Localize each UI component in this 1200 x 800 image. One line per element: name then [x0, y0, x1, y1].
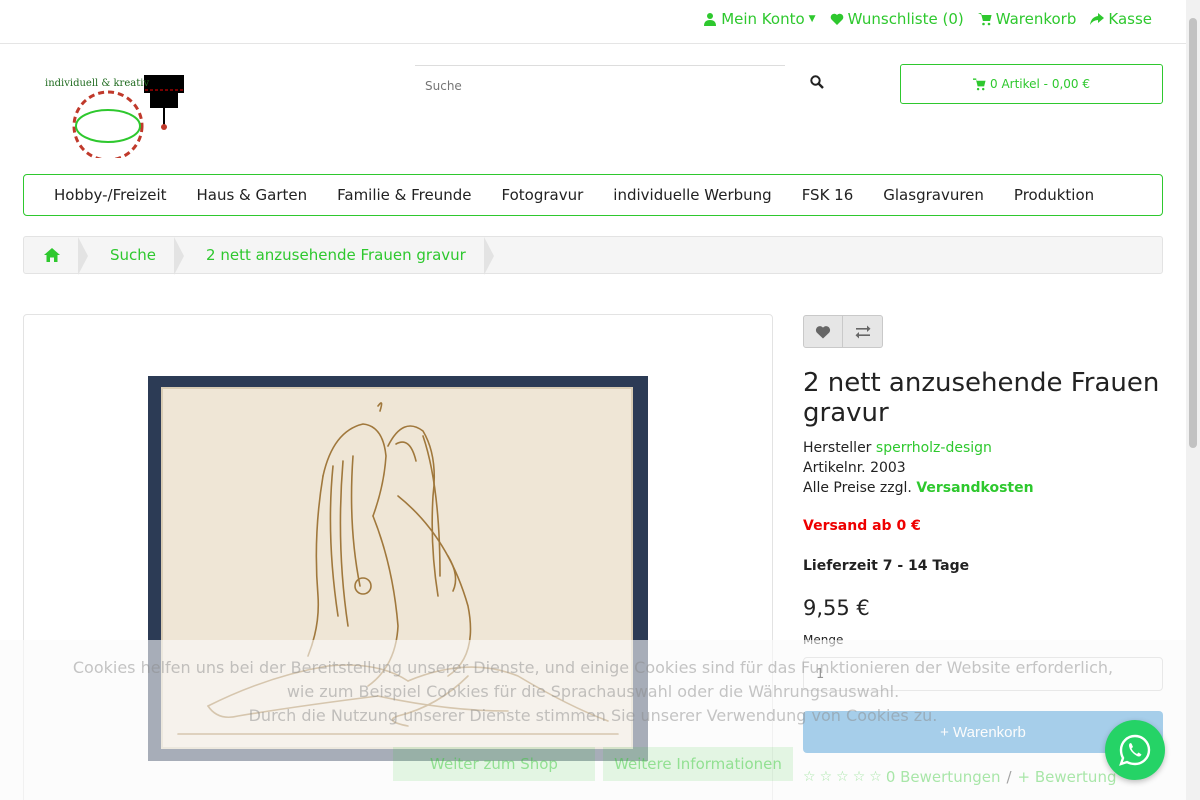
star-icon: ☆: [869, 769, 882, 785]
account-label: Mein Konto: [721, 10, 805, 28]
article-label: Artikelnr.: [803, 460, 866, 476]
nav-item-produktion[interactable]: Produktion: [1014, 186, 1094, 204]
shopping-cart-icon: [973, 77, 986, 90]
user-icon: [704, 13, 717, 26]
reviews-link[interactable]: 0 Bewertungen: [886, 768, 1001, 786]
star-icon: ☆: [819, 769, 833, 785]
quantity-label: Menge: [803, 633, 844, 647]
account-menu[interactable]: Mein Konto ▼: [703, 10, 816, 28]
exchange-icon: [855, 325, 870, 338]
logo-text: individuell & kreativ: [45, 78, 150, 89]
shop-logo[interactable]: individuell & kreativ: [40, 70, 190, 162]
caret-down-icon: ▼: [808, 14, 816, 24]
heart-icon: [815, 325, 831, 338]
top-links: Mein Konto ▼ Wunschliste (0) Warenkorb K…: [703, 10, 1152, 28]
breadcrumb: Suche 2 nett anzusehende Frauen gravur: [23, 236, 1163, 275]
checkout-label: Kasse: [1108, 10, 1152, 28]
cookie-text: Cookies helfen uns bei der Bereitstellun…: [0, 656, 1186, 728]
wishlist-label: Wunschliste (0): [847, 10, 964, 28]
breadcrumb-current: 2 nett anzusehende Frauen gravur: [174, 237, 494, 275]
free-shipping-note: Versand ab 0 €: [803, 518, 921, 534]
nav-item-glasgravuren[interactable]: Glasgravuren: [883, 186, 984, 204]
manufacturer-link[interactable]: sperrholz-design: [876, 440, 992, 456]
cookie-text-line2: wie zum Beispiel Cookies für die Spracha…: [286, 682, 900, 701]
cookie-continue-button[interactable]: Weiter zum Shop: [393, 747, 595, 781]
header-cart-button[interactable]: 0 Artikel - 0,00 €: [900, 64, 1163, 104]
search-input[interactable]: [415, 65, 785, 105]
write-review-link[interactable]: + Bewertung: [1018, 768, 1117, 786]
cookie-text-line3: Durch die Nutzung unserer Dienste stimme…: [248, 706, 938, 725]
scrollbar-thumb[interactable]: [1189, 18, 1197, 448]
article-row: Artikelnr. 2003: [803, 458, 1034, 478]
cookie-text-line1: Cookies helfen uns bei der Bereitstellun…: [72, 658, 1114, 677]
scrollbar[interactable]: [1186, 0, 1200, 800]
checkout-link[interactable]: Kasse: [1090, 10, 1152, 28]
delivery-time: Lieferzeit 7 - 14 Tage: [803, 558, 970, 574]
nav-item-hobby[interactable]: Hobby-/Freizeit: [54, 186, 167, 204]
article-number: 2003: [870, 460, 906, 476]
share-icon: [1090, 13, 1105, 25]
nav-item-haus-garten[interactable]: Haus & Garten: [197, 186, 308, 204]
nav-item-fsk16[interactable]: FSK 16: [802, 186, 854, 204]
product-title: 2 nett anzusehende Frauen gravur: [803, 368, 1160, 428]
top-bar: Mein Konto ▼ Wunschliste (0) Warenkorb K…: [0, 0, 1186, 44]
manufacturer-row: Hersteller sperrholz-design: [803, 438, 1034, 458]
add-to-wishlist-button[interactable]: [803, 315, 843, 348]
wishlist-link[interactable]: Wunschliste (0): [830, 10, 964, 28]
price-note-row: Alle Preise zzgl. Versandkosten: [803, 478, 1034, 498]
breadcrumb-search[interactable]: Suche: [78, 237, 185, 275]
home-icon: [44, 248, 60, 262]
rating-row: ☆ ☆ ☆ ☆ ☆ 0 Bewertungen / + Bewertung: [803, 768, 1116, 786]
star-icon: ☆: [852, 769, 866, 785]
breadcrumb-search-label: Suche: [110, 246, 157, 264]
shipping-costs-link[interactable]: Versandkosten: [916, 480, 1033, 496]
search-icon: [810, 75, 824, 89]
cookie-more-info-button[interactable]: Weitere Informationen: [603, 747, 793, 781]
nav-item-familie-freunde[interactable]: Familie & Freunde: [337, 186, 471, 204]
cart-link[interactable]: Warenkorb: [977, 10, 1077, 28]
breadcrumb-current-label: 2 nett anzusehende Frauen gravur: [206, 246, 466, 264]
star-icon: ☆: [836, 769, 849, 785]
compare-button[interactable]: [843, 315, 883, 348]
rating-separator: /: [1006, 768, 1012, 786]
nav-item-fotogravur[interactable]: Fotogravur: [502, 186, 584, 204]
product-price: 9,55 €: [803, 596, 870, 620]
search-bar: [415, 65, 855, 105]
search-button[interactable]: [810, 75, 834, 95]
header-cart-label: 0 Artikel - 0,00 €: [990, 77, 1090, 91]
product-meta: Hersteller sperrholz-design Artikelnr. 2…: [803, 438, 1034, 498]
product-actions: [803, 315, 883, 348]
manufacturer-label: Hersteller: [803, 440, 872, 456]
star-icon: ☆: [803, 769, 816, 785]
nav-item-werbung[interactable]: individuelle Werbung: [613, 186, 771, 204]
price-note: Alle Preise zzgl.: [803, 480, 912, 496]
shopping-cart-icon: [977, 13, 992, 26]
heart-icon: [830, 13, 843, 25]
main-nav: Hobby-/Freizeit Haus & Garten Familie & …: [23, 174, 1163, 216]
breadcrumb-home[interactable]: [24, 237, 88, 275]
cart-label: Warenkorb: [995, 10, 1077, 28]
whatsapp-icon: [1119, 734, 1151, 766]
whatsapp-button[interactable]: [1105, 720, 1165, 780]
